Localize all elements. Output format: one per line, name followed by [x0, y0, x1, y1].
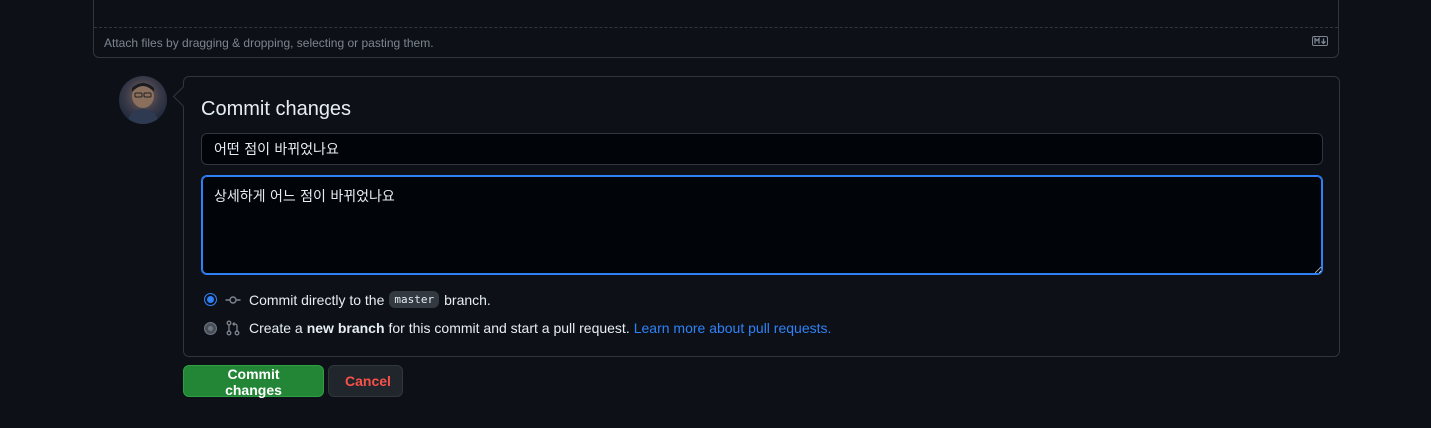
cancel-button[interactable]: Cancel: [328, 365, 403, 397]
commit-form-title: Commit changes: [201, 98, 352, 120]
commit-directly-option[interactable]: Commit directly to the master branch.: [204, 291, 491, 308]
page: Attach files by dragging & dropping, sel…: [0, 0, 1431, 428]
git-pull-request-icon: [226, 320, 240, 336]
learn-more-pull-requests-link[interactable]: Learn more about pull requests.: [634, 320, 832, 336]
attach-files-hint: Attach files by dragging & dropping, sel…: [104, 36, 434, 50]
commit-changes-form: Commit changes 상세하게 어느 점이 바뀌었나요 Commit d…: [183, 76, 1340, 357]
new-branch-radio[interactable]: [204, 321, 217, 335]
branch-name: master: [389, 291, 440, 308]
commit-directly-prefix: Commit directly to the: [249, 291, 385, 308]
file-attachment-area[interactable]: Attach files by dragging & dropping, sel…: [93, 0, 1339, 58]
commit-summary-input[interactable]: [201, 133, 1323, 165]
commit-changes-button[interactable]: Commit changes: [183, 365, 324, 398]
commit-directly-suffix: branch.: [444, 291, 491, 308]
markdown-icon[interactable]: [1312, 36, 1328, 46]
commit-directly-radio[interactable]: [204, 293, 217, 306]
avatar[interactable]: [119, 76, 167, 124]
commit-description-textarea[interactable]: 상세하게 어느 점이 바뀌었나요: [201, 175, 1323, 275]
avatar-image: [127, 83, 159, 124]
git-commit-icon: [225, 295, 241, 304]
new-branch-option[interactable]: Create a new branch for this commit and …: [204, 320, 831, 336]
dashed-divider: [94, 27, 1338, 28]
new-branch-emphasis: new branch: [306, 320, 385, 336]
new-branch-prefix: Create a: [249, 320, 303, 336]
new-branch-suffix: for this commit and start a pull request…: [388, 320, 630, 336]
